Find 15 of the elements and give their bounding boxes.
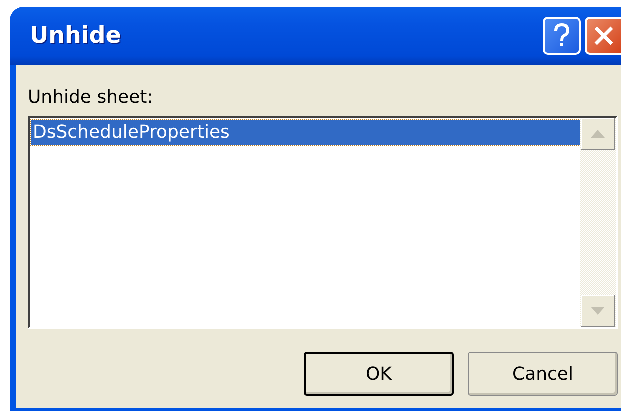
sheet-item[interactable]: DsScheduleProperties [31,120,580,145]
help-icon [553,23,571,49]
scroll-down-button[interactable] [581,295,615,327]
scroll-up-button[interactable] [581,118,615,150]
close-icon [593,25,615,47]
cancel-button[interactable]: Cancel [468,352,618,396]
up-arrow-icon [591,130,605,138]
window-title: Unhide [29,23,122,49]
down-arrow-icon [591,307,605,315]
list-label: Unhide sheet: [28,87,154,108]
sheet-list[interactable]: DsScheduleProperties [28,116,618,329]
scrollbar[interactable] [580,118,616,327]
ok-button[interactable]: OK [304,352,454,396]
help-button[interactable] [543,17,581,55]
close-button[interactable] [585,17,621,55]
